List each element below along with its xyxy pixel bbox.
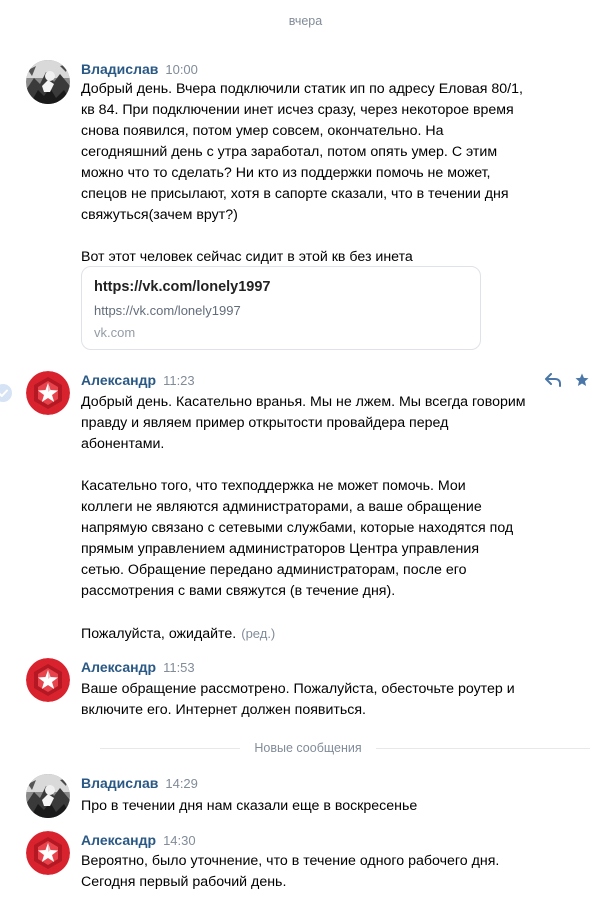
date-separator: вчера xyxy=(288,14,323,28)
avatar[interactable] xyxy=(26,774,70,818)
message-time[interactable]: 14:30 xyxy=(163,833,196,848)
message-actions xyxy=(535,371,589,389)
avatar[interactable] xyxy=(26,60,70,104)
read-check-icon xyxy=(0,384,12,402)
link-title[interactable]: https://vk.com/lonely1997 xyxy=(94,277,468,297)
message-text: Добрый день. Вчера подключили статик ип … xyxy=(81,79,551,268)
separator-line xyxy=(376,748,590,749)
message-paragraph: Добрый день. Касательно вранья. Мы не лж… xyxy=(81,394,526,452)
avatar[interactable] xyxy=(26,658,70,702)
message-paragraph-text: Пожалуйста, ожидайте. xyxy=(81,626,237,642)
reply-icon[interactable] xyxy=(544,372,561,387)
avatar[interactable] xyxy=(26,831,70,875)
user-photo-icon xyxy=(26,774,70,818)
message-paragraph: Вероятно, было уточнение, что в течение … xyxy=(81,853,500,890)
message-time[interactable]: 10:00 xyxy=(165,62,198,77)
message-time[interactable]: 14:29 xyxy=(165,776,198,791)
edited-label[interactable]: (ред.) xyxy=(241,626,275,641)
message-paragraph: Касательно того, что техподдержка не мож… xyxy=(81,478,514,599)
author-name[interactable]: Александр xyxy=(81,832,156,848)
user-photo-icon xyxy=(26,60,70,104)
new-messages-separator: Новые сообщения xyxy=(100,740,590,756)
message-header: Владислав 14:29 xyxy=(81,774,198,793)
link-url: https://vk.com/lonely1997 xyxy=(94,303,241,318)
message-time[interactable]: 11:23 xyxy=(163,373,195,388)
message-time[interactable]: 11:53 xyxy=(163,660,195,675)
message-text: Про в течении дня нам сказали еще в воск… xyxy=(81,796,551,817)
provider-logo-icon xyxy=(26,658,70,702)
message-header: Александр 11:53 xyxy=(81,658,195,677)
author-name[interactable]: Владислав xyxy=(81,775,158,791)
message-header: Александр 11:23 xyxy=(81,371,195,390)
message-header: Александр 14:30 xyxy=(81,831,196,850)
message-paragraph: Вот этот человек сейчас сидит в этой кв … xyxy=(81,249,413,265)
message-text: Добрый день. Касательно вранья. Мы не лж… xyxy=(81,392,551,645)
provider-logo-icon xyxy=(26,831,70,875)
author-name[interactable]: Александр xyxy=(81,372,156,388)
link-preview-card[interactable]: https://vk.com/lonely1997 https://vk.com… xyxy=(81,266,481,350)
message-paragraph: Ваше обращение рассмотрено. Пожалуйста, … xyxy=(81,681,515,718)
author-name[interactable]: Владислав xyxy=(81,61,158,77)
author-name[interactable]: Александр xyxy=(81,659,156,675)
link-domain: vk.com xyxy=(94,325,136,340)
provider-logo-icon xyxy=(26,371,70,415)
message-text: Ваше обращение рассмотрено. Пожалуйста, … xyxy=(81,679,551,721)
message-paragraph: Добрый день. Вчера подключили статик ип … xyxy=(81,81,523,223)
message-paragraph: Про в течении дня нам сказали еще в воск… xyxy=(81,798,418,814)
message-header: Владислав 10:00 xyxy=(81,60,198,79)
message-text: Вероятно, было уточнение, что в течение … xyxy=(81,851,551,893)
avatar[interactable] xyxy=(26,371,70,415)
message-paragraph: Пожалуйста, ожидайте. (ред.) xyxy=(81,623,551,645)
star-icon[interactable] xyxy=(575,373,589,387)
